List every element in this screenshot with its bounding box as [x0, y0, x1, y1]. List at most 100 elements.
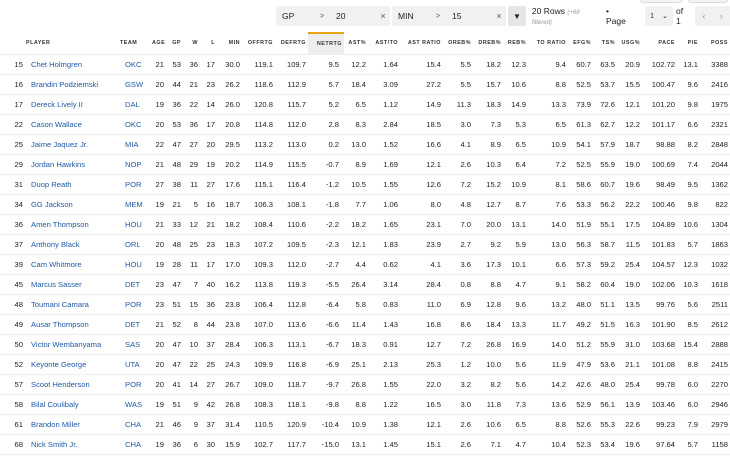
filter-button[interactable]: ▼: [508, 6, 526, 26]
column-header-player[interactable]: PLAYER: [26, 33, 120, 55]
team-link[interactable]: WAS: [120, 394, 152, 416]
stat-cell: 25.4: [617, 254, 642, 276]
stat-cell: 10: [183, 334, 200, 356]
team-link[interactable]: HOU: [120, 214, 152, 235]
stat-cell: 5.5: [443, 54, 473, 75]
team-link[interactable]: DET: [120, 274, 152, 296]
column-header-defrtg[interactable]: DEFRTG: [275, 33, 308, 55]
stat-cell: 10.0: [473, 354, 503, 376]
column-header-team[interactable]: TEAM: [120, 33, 152, 55]
stat-cell: 104.89: [642, 214, 677, 235]
column-header-oreb-[interactable]: OREB%: [443, 33, 473, 55]
filter-value[interactable]: 20: [336, 11, 376, 21]
column-header-ast-ratio[interactable]: AST RATIO: [400, 33, 443, 55]
team-link[interactable]: SAS: [120, 334, 152, 356]
stat-cell: 20: [152, 234, 166, 255]
filter-operator[interactable]: >: [436, 13, 452, 20]
player-link[interactable]: Scoot Henderson: [26, 374, 120, 396]
player-link[interactable]: Brandin Podziemski: [26, 74, 120, 95]
column-header-l[interactable]: L: [200, 33, 217, 55]
column-header-reb-[interactable]: REB%: [503, 33, 528, 55]
column-header-min[interactable]: MIN: [217, 33, 242, 55]
column-header-w[interactable]: W: [183, 33, 200, 55]
stat-cell: 13.9: [617, 394, 642, 416]
filter-gp[interactable]: GP > 20 ×: [276, 6, 390, 26]
team-link[interactable]: MEM: [120, 194, 152, 215]
column-header-ast-to[interactable]: AST/TO: [368, 33, 400, 55]
filter-field[interactable]: MIN: [392, 11, 436, 21]
team-link[interactable]: POR: [120, 174, 152, 195]
player-link[interactable]: Cam Whitmore: [26, 254, 120, 276]
column-header-pie[interactable]: PIE: [677, 33, 700, 55]
player-link[interactable]: Victor Wembanyama: [26, 334, 120, 356]
team-link[interactable]: DAL: [120, 94, 152, 115]
team-link[interactable]: POR: [120, 294, 152, 316]
stat-cell: 29: [183, 154, 200, 175]
stat-cell: 100.69: [642, 154, 677, 175]
team-link[interactable]: DET: [120, 314, 152, 336]
stat-cell: 8.8: [528, 74, 568, 95]
stat-cell: 1032: [700, 254, 730, 276]
top-button-partial[interactable]: [640, 0, 682, 3]
player-link[interactable]: Brandon Miller: [26, 414, 120, 436]
page-select[interactable]: 1 ⌄: [645, 6, 673, 26]
stat-cell: 51.5: [593, 314, 617, 336]
player-link[interactable]: Keyonte George: [26, 354, 120, 376]
column-header-usg-[interactable]: USG%: [617, 33, 642, 55]
next-page-icon[interactable]: ›: [720, 11, 723, 21]
team-link[interactable]: NOP: [120, 154, 152, 175]
team-link[interactable]: GSW: [120, 74, 152, 95]
player-link[interactable]: Chet Holmgren: [26, 54, 120, 75]
filter-bar: GP > 20 × MIN > 15 × ▼ 20 Rows (+68 filt…: [276, 6, 730, 26]
column-header-netrtg[interactable]: NETRTG: [308, 32, 344, 55]
column-header-poss[interactable]: POSS: [700, 33, 730, 55]
column-header-dreb-[interactable]: DREB%: [473, 33, 503, 55]
player-link[interactable]: Anthony Black: [26, 234, 120, 255]
team-link[interactable]: CHA: [120, 434, 152, 456]
player-link[interactable]: Dereck Lively II: [26, 94, 120, 115]
player-link[interactable]: Nick Smith Jr.: [26, 434, 120, 456]
prev-page-icon[interactable]: ‹: [702, 11, 705, 21]
column-header-to-ratio[interactable]: TO RATIO: [528, 33, 568, 55]
table-row: 15 Chet Holmgren OKC 21 53 36 17 30.0 119.1 109.7…: [0, 54, 730, 75]
player-link[interactable]: GG Jackson: [26, 194, 120, 215]
player-link[interactable]: Duop Reath: [26, 174, 120, 195]
player-link[interactable]: Marcus Sasser: [26, 274, 120, 296]
filter-field[interactable]: GP: [276, 11, 320, 21]
player-link[interactable]: Jaime Jaquez Jr.: [26, 134, 120, 155]
player-link[interactable]: Bilal Coulibaly: [26, 394, 120, 416]
team-link[interactable]: OKC: [120, 54, 152, 75]
stat-cell: 113.6: [275, 314, 308, 336]
column-header-ast-[interactable]: AST%: [344, 33, 368, 55]
column-header-efg-[interactable]: EFG%: [568, 33, 593, 55]
column-header-ts-[interactable]: TS%: [593, 33, 617, 55]
player-link[interactable]: Toumani Camara: [26, 294, 120, 316]
stat-cell: 116.8: [275, 354, 308, 376]
filter-operator[interactable]: >: [320, 13, 336, 20]
top-button-partial[interactable]: [688, 0, 728, 3]
stat-cell: 9.5: [308, 54, 344, 75]
clear-icon[interactable]: ×: [376, 11, 390, 21]
column-header-pace[interactable]: PACE: [642, 33, 677, 55]
team-link[interactable]: MIA: [120, 134, 152, 155]
filter-value[interactable]: 15: [452, 11, 492, 21]
stat-cell: 0.62: [368, 254, 400, 276]
team-link[interactable]: ORL: [120, 234, 152, 255]
team-link[interactable]: OKC: [120, 114, 152, 135]
column-header-offrtg[interactable]: OFFRTG: [242, 33, 275, 55]
clear-icon[interactable]: ×: [492, 11, 506, 21]
rank-cell: 17: [0, 94, 26, 115]
team-link[interactable]: POR: [120, 374, 152, 396]
filter-min[interactable]: MIN > 15 ×: [392, 6, 506, 26]
team-link[interactable]: UTA: [120, 354, 152, 376]
team-link[interactable]: CHA: [120, 414, 152, 436]
team-link[interactable]: HOU: [120, 254, 152, 276]
player-link[interactable]: Amen Thompson: [26, 214, 120, 235]
player-link[interactable]: Ausar Thompson: [26, 314, 120, 336]
player-link[interactable]: Jordan Hawkins: [26, 154, 120, 175]
stat-cell: -6.4: [308, 294, 344, 316]
stat-cell: 62.7: [593, 114, 617, 135]
player-link[interactable]: Cason Wallace: [26, 114, 120, 135]
column-header-age[interactable]: AGE: [152, 33, 166, 55]
column-header-gp[interactable]: GP: [166, 33, 183, 55]
